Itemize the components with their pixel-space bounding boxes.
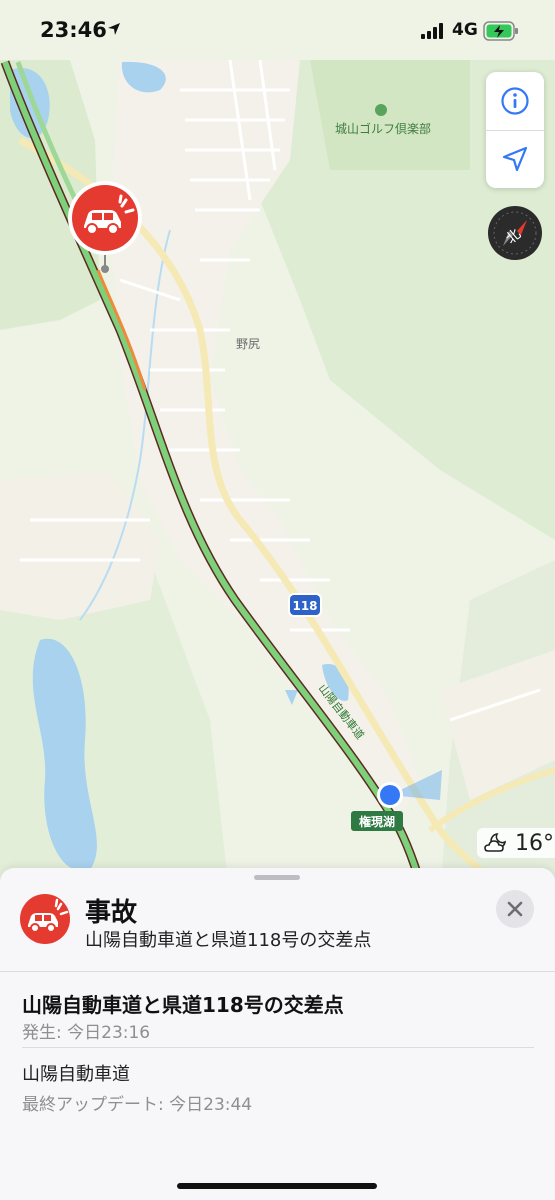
- map-controls: [486, 72, 544, 188]
- section-divider: [0, 971, 555, 972]
- last-update-time: 最終アップデート: 今日23:44: [22, 1095, 253, 1115]
- user-location-dot[interactable]: [380, 785, 400, 805]
- golf-course-area: [310, 60, 470, 170]
- info-icon: [501, 87, 529, 115]
- temperature: 16°: [515, 830, 554, 856]
- row-divider: [22, 1047, 534, 1048]
- cellular-signal-icon: [421, 23, 443, 39]
- sheet-grabber[interactable]: [254, 875, 300, 880]
- clock: 23:46: [40, 18, 107, 42]
- golf-course-label: 城山ゴルフ倶楽部: [335, 121, 431, 136]
- location-services-icon: [108, 23, 120, 35]
- golf-icon: [375, 104, 387, 116]
- home-indicator[interactable]: [177, 1183, 377, 1189]
- lake-label-badge: 権現湖: [351, 811, 403, 831]
- lake-label: 権現湖: [359, 814, 395, 829]
- close-icon: [507, 901, 523, 917]
- incident-detail-sheet: 事故 山陽自動車道と県道118号の交差点 山陽自動車道と県道118号の交差点 発…: [0, 868, 555, 1200]
- partly-cloudy-night-icon: [484, 832, 507, 852]
- close-button[interactable]: [496, 890, 534, 928]
- town-label: 野尻: [236, 337, 260, 351]
- map-info-button[interactable]: [486, 72, 544, 130]
- network-type: 4G: [452, 20, 478, 40]
- route-118-label: 118: [292, 599, 317, 613]
- incident-title: 事故: [85, 898, 138, 928]
- current-location-button[interactable]: [486, 130, 544, 188]
- location-arrow-icon: [502, 146, 528, 172]
- road-name: 山陽自動車道: [22, 1064, 130, 1085]
- weather-widget: 16°: [477, 828, 555, 858]
- incident-location-subtitle: 山陽自動車道と県道118号の交差点: [85, 930, 372, 951]
- car-crash-icon: [20, 894, 70, 944]
- occurred-time: 発生: 今日23:16: [22, 1023, 151, 1043]
- detail-location-title: 山陽自動車道と県道118号の交差点: [22, 993, 344, 1017]
- map-view[interactable]: 城山ゴルフ倶楽部 野尻 118 山陽自動車道 権現湖: [0, 0, 555, 900]
- status-bar: 23:46 4G: [0, 0, 555, 62]
- battery-charging-icon: [483, 21, 518, 41]
- incident-map-pin[interactable]: [66, 180, 144, 274]
- compass-button[interactable]: 北: [487, 205, 543, 261]
- route-118-shield: 118: [288, 593, 322, 617]
